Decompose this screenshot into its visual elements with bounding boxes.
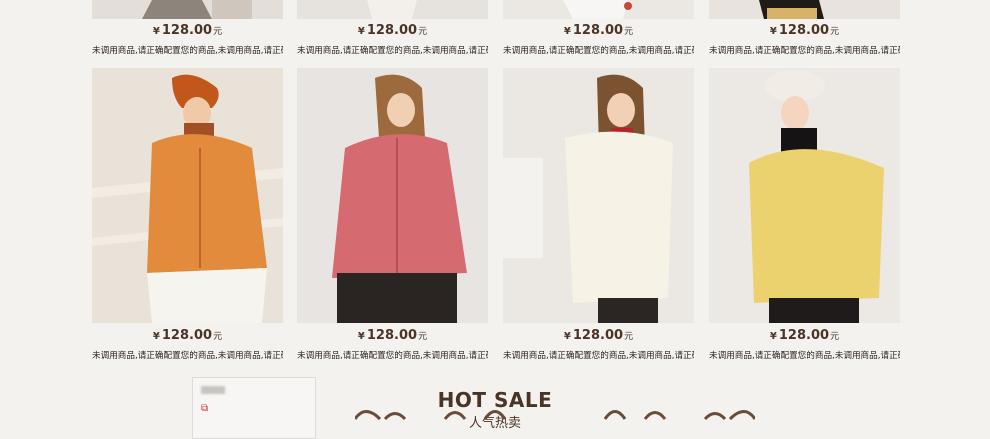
product-price: ¥128.00元 (152, 23, 223, 38)
leaf-ornament-icon (355, 410, 755, 420)
product-image[interactable] (503, 0, 694, 19)
product-price: ¥128.00元 (152, 328, 223, 343)
product-image[interactable] (709, 0, 900, 19)
product-description[interactable]: 未调用商品,请正确配置您的商品,未调用商品,请正确配置您的商品 (92, 349, 283, 361)
product-price: ¥128.00元 (769, 328, 840, 343)
product-price: ¥128.00元 (357, 328, 428, 343)
product-description[interactable]: 未调用商品,请正确配置您的商品,未调用商品,请正确配置您的商品 (503, 44, 694, 56)
product-description[interactable]: 未调用商品,请正确配置您的商品,未调用商品,请正确配置您的商品 (297, 44, 488, 56)
product-description[interactable]: 未调用商品,请正确配置您的商品,未调用商品,请正确配置您的商品 (503, 349, 694, 361)
product-image[interactable] (92, 68, 283, 323)
product-price: ¥128.00元 (563, 23, 634, 38)
product-description[interactable]: 未调用商品,请正确配置您的商品,未调用商品,请正确配置您的商品 (709, 44, 900, 56)
product-price: ¥128.00元 (357, 23, 428, 38)
product-image[interactable] (297, 0, 488, 19)
product-price: ¥128.00元 (563, 328, 634, 343)
product-description[interactable]: 未调用商品,请正确配置您的商品,未调用商品,请正确配置您的商品 (709, 349, 900, 361)
product-price: ¥128.00元 (769, 23, 840, 38)
product-description[interactable]: 未调用商品,请正确配置您的商品,未调用商品,请正确配置您的商品 (297, 349, 488, 361)
product-description[interactable]: 未调用商品,请正确配置您的商品,未调用商品,请正确配置您的商品 (92, 44, 283, 56)
product-image[interactable] (92, 0, 283, 19)
product-image[interactable] (709, 68, 900, 323)
product-image[interactable] (297, 68, 488, 323)
product-image[interactable] (503, 68, 694, 323)
